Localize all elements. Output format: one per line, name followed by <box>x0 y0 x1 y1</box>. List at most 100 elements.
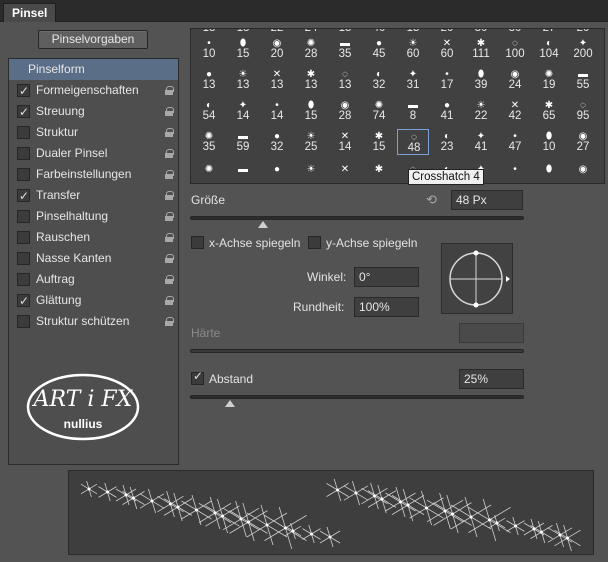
sidebar-item-checkbox[interactable] <box>17 81 30 102</box>
brush-tip-cell[interactable]: • <box>499 162 531 183</box>
brush-tip-cell[interactable]: 30 <box>465 29 497 36</box>
sidebar-item-4[interactable]: Dualer Pinsel <box>9 143 178 164</box>
sidebar-item-0[interactable]: Pinselform <box>9 59 178 80</box>
lock-icon[interactable] <box>165 191 174 200</box>
brush-tip-cell[interactable]: ✕ 14 <box>329 129 361 155</box>
brush-tip-cell[interactable]: ◐ 54 <box>193 98 225 124</box>
brush-tip-cell[interactable]: ⬮ 39 <box>465 67 497 93</box>
brush-tip-cell[interactable]: ◌ 48 <box>397 129 429 155</box>
spacing-slider-thumb[interactable] <box>225 400 236 407</box>
lock-icon[interactable] <box>165 107 174 116</box>
brush-tip-cell[interactable]: ☀ 13 <box>227 67 259 93</box>
reset-size-icon[interactable]: ⟲ <box>426 193 442 207</box>
brush-tip-cell[interactable]: 20 <box>567 29 599 36</box>
sidebar-item-5[interactable]: Farbeinstellungen <box>9 164 178 185</box>
sidebar-item-12[interactable]: Struktur schützen <box>9 311 178 332</box>
lock-icon[interactable] <box>165 317 174 326</box>
brush-tip-cell[interactable]: ◉ 24 <box>499 67 531 93</box>
brush-tip-cell[interactable]: ✦ 41 <box>465 129 497 155</box>
brush-tip-cell[interactable]: ☀ <box>295 162 327 183</box>
brush-tip-cell[interactable]: ✺ 28 <box>295 36 327 62</box>
brush-tip-cell[interactable]: ✱ 65 <box>533 98 565 124</box>
brush-tip-cell[interactable]: ☀ 60 <box>397 36 429 62</box>
brush-tip-cell[interactable]: ⬮ 10 <box>533 129 565 155</box>
sidebar-item-checkbox[interactable] <box>17 273 30 286</box>
lock-icon[interactable] <box>165 233 174 242</box>
brush-tip-cell[interactable]: • 47 <box>499 129 531 155</box>
sidebar-item-checkbox[interactable] <box>17 315 30 328</box>
sidebar-item-3[interactable]: Struktur <box>9 122 178 143</box>
lock-icon[interactable] <box>165 212 174 221</box>
brush-tip-cell[interactable]: ✺ 35 <box>193 129 225 155</box>
brush-tip-cell[interactable]: ▬ 55 <box>567 67 599 93</box>
brush-tip-cell[interactable]: ◉ 20 <box>261 36 293 62</box>
lock-icon[interactable] <box>165 254 174 263</box>
brush-tip-cell[interactable]: ✺ <box>193 162 225 183</box>
brush-tip-cell[interactable]: ◉ 27 <box>567 129 599 155</box>
angle-roundness-widget[interactable] <box>441 243 513 314</box>
brush-tip-cell[interactable]: ◐ 32 <box>363 67 395 93</box>
size-slider[interactable] <box>190 216 524 220</box>
brush-tip-cell[interactable]: 18 <box>193 29 225 36</box>
brush-tip-cell[interactable]: ◐ 23 <box>431 129 463 155</box>
lock-icon[interactable] <box>165 296 174 305</box>
sidebar-item-7[interactable]: Pinselhaltung <box>9 206 178 227</box>
tab-brush[interactable]: Pinsel <box>3 3 57 22</box>
brush-tip-cell[interactable]: 30 <box>499 29 531 36</box>
sidebar-item-checkbox[interactable] <box>17 147 30 160</box>
brush-tip-cell[interactable]: 15 <box>329 29 361 36</box>
brush-tip-cell[interactable]: ✦ 31 <box>397 67 429 93</box>
brush-tip-cell[interactable]: ▬ 59 <box>227 129 259 155</box>
brush-tip-cell[interactable]: 40 <box>363 29 395 36</box>
sidebar-item-checkbox[interactable] <box>17 252 30 265</box>
brush-tip-cell[interactable]: ✱ <box>363 162 395 183</box>
brush-tip-cell[interactable]: ● 32 <box>261 129 293 155</box>
size-field[interactable]: 48 Px <box>451 190 523 210</box>
brush-tip-cell[interactable]: ⬮ 15 <box>227 36 259 62</box>
brush-tip-cell[interactable]: • 17 <box>431 67 463 93</box>
flip-y-checkbox[interactable] <box>308 236 321 249</box>
sidebar-item-9[interactable]: Nasse Kanten <box>9 248 178 269</box>
size-slider-thumb[interactable] <box>258 221 269 228</box>
angle-field[interactable]: 0° <box>354 267 419 287</box>
brush-tip-cell[interactable]: • 10 <box>193 36 225 62</box>
brush-tip-cell[interactable]: 24 <box>295 29 327 36</box>
sidebar-item-8[interactable]: Rauschen <box>9 227 178 248</box>
brush-tip-cell[interactable]: ✕ 60 <box>431 36 463 62</box>
brush-presets-button[interactable]: Pinselvorgaben <box>38 30 148 49</box>
brush-tip-cell[interactable]: 15 <box>397 29 429 36</box>
sidebar-item-11[interactable]: Glättung <box>9 290 178 312</box>
sidebar-item-6[interactable]: Transfer <box>9 185 178 207</box>
brush-tip-cell[interactable]: ✕ <box>329 162 361 183</box>
brush-tip-cell[interactable]: ✕ 42 <box>499 98 531 124</box>
brush-tip-cell[interactable]: 18 <box>227 29 259 36</box>
brush-tip-cell[interactable]: ◌ 13 <box>329 67 361 93</box>
brush-tip-cell[interactable]: ✱ 111 <box>465 36 497 62</box>
lock-icon[interactable] <box>165 86 174 95</box>
brush-tip-cell[interactable]: ⬮ 15 <box>295 98 327 124</box>
brush-tip-cell[interactable]: • 14 <box>261 98 293 124</box>
brush-tip-cell[interactable]: ● 45 <box>363 36 395 62</box>
brush-tip-cell[interactable]: 20 <box>431 29 463 36</box>
brush-tip-cell[interactable]: ✺ 74 <box>363 98 395 124</box>
brush-tip-cell[interactable]: ✦ 14 <box>227 98 259 124</box>
brush-tip-cell[interactable]: ◉ 28 <box>329 98 361 124</box>
brush-tip-cell[interactable]: ◉ <box>567 162 599 183</box>
brush-tip-cell[interactable]: ⬮ <box>533 162 565 183</box>
brush-tip-cell[interactable]: ◐ 104 <box>533 36 565 62</box>
spacing-slider[interactable] <box>190 395 524 399</box>
lock-icon[interactable] <box>165 275 174 284</box>
brush-tip-cell[interactable]: ● 41 <box>431 98 463 124</box>
brush-tip-cell[interactable]: ✕ 13 <box>261 67 293 93</box>
brush-tip-cell[interactable]: ✱ 15 <box>363 129 395 155</box>
brush-tip-cell[interactable]: ✱ 13 <box>295 67 327 93</box>
brush-tip-cell[interactable]: ● 13 <box>193 67 225 93</box>
brush-tip-cell[interactable]: ▬ 8 <box>397 98 429 124</box>
spacing-field[interactable]: 25% <box>459 369 524 389</box>
sidebar-item-checkbox[interactable] <box>17 291 30 312</box>
sidebar-item-10[interactable]: Auftrag <box>9 269 178 290</box>
sidebar-item-checkbox[interactable] <box>17 168 30 181</box>
brush-tip-cell[interactable]: ✦ 200 <box>567 36 599 62</box>
brush-tip-cell[interactable]: ◌ 95 <box>567 98 599 124</box>
sidebar-item-2[interactable]: Streuung <box>9 101 178 123</box>
